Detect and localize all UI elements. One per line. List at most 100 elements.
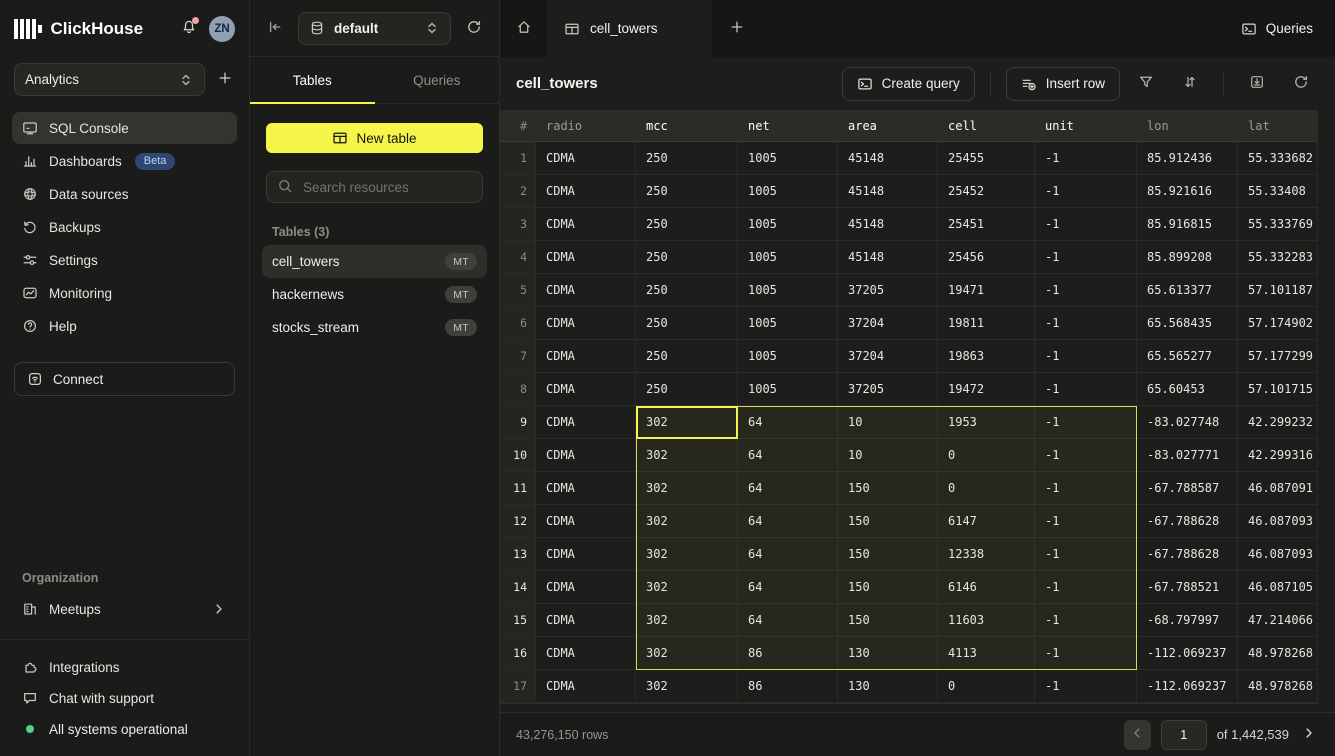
row-number[interactable]: 10	[500, 439, 536, 472]
table-cell[interactable]: 64	[738, 472, 838, 505]
table-cell[interactable]: 64	[738, 538, 838, 571]
tab-queries[interactable]: Queries	[375, 57, 500, 103]
table-cell[interactable]: CDMA	[536, 472, 636, 505]
table-cell[interactable]: 85.899208	[1137, 241, 1238, 274]
table-cell[interactable]: CDMA	[536, 274, 636, 307]
table-cell[interactable]: -1	[1035, 571, 1137, 604]
table-cell[interactable]: CDMA	[536, 175, 636, 208]
table-cell[interactable]: -1	[1035, 637, 1137, 670]
table-cell[interactable]: 302	[636, 538, 738, 571]
sort-button[interactable]	[1172, 67, 1208, 101]
table-cell[interactable]: -1	[1035, 406, 1137, 439]
table-cell[interactable]: 11603	[938, 604, 1035, 637]
doc-tab-cell-towers[interactable]: cell_towers	[547, 0, 712, 57]
refresh-resources-button[interactable]	[464, 17, 484, 40]
refresh-table-button[interactable]	[1283, 67, 1319, 101]
table-cell[interactable]: -1	[1035, 373, 1137, 406]
create-query-button[interactable]: Create query	[842, 67, 975, 101]
table-cell[interactable]: 6146	[938, 571, 1035, 604]
table-cell[interactable]: -1	[1035, 538, 1137, 571]
table-cell[interactable]: 42.299316	[1238, 439, 1318, 472]
row-number[interactable]: 15	[500, 604, 536, 637]
row-number[interactable]: 7	[500, 340, 536, 373]
column-header-unit[interactable]: unit	[1035, 110, 1137, 142]
database-select[interactable]: default	[298, 12, 451, 45]
table-cell[interactable]: 6147	[938, 505, 1035, 538]
table-cell[interactable]: 37205	[838, 373, 938, 406]
table-list-item-cell-towers[interactable]: cell_towersMT	[262, 245, 487, 278]
table-cell[interactable]: 85.916815	[1137, 208, 1238, 241]
table-cell[interactable]: -1	[1035, 340, 1137, 373]
brand[interactable]: ClickHouse	[14, 19, 143, 39]
table-cell[interactable]: 250	[636, 142, 738, 175]
page-input[interactable]	[1161, 720, 1207, 750]
table-cell[interactable]: 57.177299	[1238, 340, 1318, 373]
table-cell[interactable]: 10	[838, 406, 938, 439]
search-input[interactable]	[301, 179, 472, 196]
sidebar-item-chat-with-support[interactable]: Chat with support	[12, 683, 237, 713]
avatar[interactable]: ZN	[209, 16, 235, 42]
row-number[interactable]: 5	[500, 274, 536, 307]
table-cell[interactable]: -67.788628	[1137, 505, 1238, 538]
row-number[interactable]: 12	[500, 505, 536, 538]
table-cell[interactable]: 37204	[838, 340, 938, 373]
table-cell[interactable]: 0	[938, 439, 1035, 472]
table-cell[interactable]: -1	[1035, 439, 1137, 472]
column-header-net[interactable]: net	[738, 110, 838, 142]
system-status[interactable]: All systems operational	[12, 714, 237, 744]
table-cell[interactable]: -112.069237	[1137, 670, 1238, 703]
table-cell[interactable]: 19471	[938, 274, 1035, 307]
table-cell[interactable]: 57.101715	[1238, 373, 1318, 406]
table-cell[interactable]: 302	[636, 505, 738, 538]
table-cell[interactable]: -1	[1035, 604, 1137, 637]
sidebar-item-sql-console[interactable]: SQL Console	[12, 112, 237, 144]
table-cell[interactable]: -67.788521	[1137, 571, 1238, 604]
table-cell[interactable]: 1005	[738, 142, 838, 175]
next-page-button[interactable]	[1299, 723, 1319, 746]
add-workspace-button[interactable]	[215, 68, 235, 91]
table-cell[interactable]: 86	[738, 637, 838, 670]
table-cell[interactable]: 55.333769	[1238, 208, 1318, 241]
table-cell[interactable]: 250	[636, 241, 738, 274]
table-cell[interactable]: -1	[1035, 274, 1137, 307]
table-cell[interactable]: -1	[1035, 307, 1137, 340]
table-cell[interactable]: 48.978268	[1238, 670, 1318, 703]
row-number[interactable]: 11	[500, 472, 536, 505]
table-cell[interactable]: 64	[738, 505, 838, 538]
table-cell[interactable]: CDMA	[536, 439, 636, 472]
table-cell[interactable]: 150	[838, 604, 938, 637]
sidebar-item-backups[interactable]: Backups	[12, 211, 237, 243]
row-number[interactable]: 6	[500, 307, 536, 340]
column-header-row-number[interactable]: #	[500, 110, 536, 142]
row-number[interactable]: 2	[500, 175, 536, 208]
sidebar-item-help[interactable]: Help	[12, 310, 237, 342]
table-cell[interactable]: 85.921616	[1137, 175, 1238, 208]
table-cell[interactable]: 1005	[738, 340, 838, 373]
table-cell[interactable]: 10	[838, 439, 938, 472]
table-cell[interactable]: 65.565277	[1137, 340, 1238, 373]
table-cell[interactable]: CDMA	[536, 406, 636, 439]
table-cell[interactable]: 302	[636, 406, 738, 439]
table-cell[interactable]: 1005	[738, 373, 838, 406]
table-cell[interactable]: 64	[738, 406, 838, 439]
table-cell[interactable]: 65.568435	[1137, 307, 1238, 340]
connect-button[interactable]: Connect	[14, 362, 235, 396]
table-cell[interactable]: 130	[838, 637, 938, 670]
table-cell[interactable]: CDMA	[536, 670, 636, 703]
table-cell[interactable]: CDMA	[536, 538, 636, 571]
table-cell[interactable]: -67.788587	[1137, 472, 1238, 505]
table-cell[interactable]: 48.978268	[1238, 637, 1318, 670]
row-number[interactable]: 17	[500, 670, 536, 703]
table-cell[interactable]: 250	[636, 274, 738, 307]
table-cell[interactable]: 150	[838, 505, 938, 538]
table-cell[interactable]: CDMA	[536, 373, 636, 406]
row-number[interactable]: 14	[500, 571, 536, 604]
table-cell[interactable]: 37204	[838, 307, 938, 340]
table-cell[interactable]: 1005	[738, 175, 838, 208]
table-cell[interactable]: 1005	[738, 274, 838, 307]
table-cell[interactable]: 150	[838, 571, 938, 604]
table-cell[interactable]: 302	[636, 670, 738, 703]
sidebar-item-dashboards[interactable]: DashboardsBeta	[12, 145, 237, 177]
table-cell[interactable]: 302	[636, 637, 738, 670]
row-number[interactable]: 13	[500, 538, 536, 571]
